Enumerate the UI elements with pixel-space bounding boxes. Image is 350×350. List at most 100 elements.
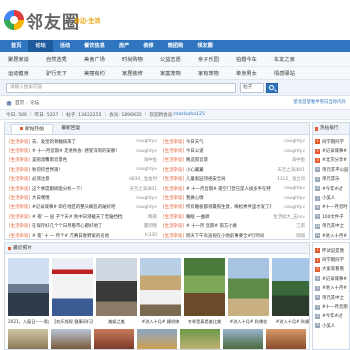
thread-author[interactable]: naughtyv [271, 149, 305, 154]
breadcrumb-notice[interactable]: 望北首望春半卷向当你内外 [293, 98, 346, 108]
ranking-item[interactable]: 8 #十一月音时 [313, 203, 349, 212]
thread-category[interactable]: [生活杂谈] [163, 223, 184, 229]
photo-caption[interactable]: 美娱之美 [96, 319, 137, 325]
thread-title[interactable]: 大白嘿嘿 [32, 195, 123, 201]
photo-thumbnail[interactable] [8, 329, 48, 349]
ranking-item-title[interactable]: #今年#过 [322, 186, 343, 192]
photo-thumbnail[interactable] [228, 258, 269, 316]
thread-author[interactable]: naughtyv [271, 186, 305, 191]
hot-item[interactable]: 3 大家来看看 [313, 265, 349, 274]
thread-title[interactable]: 在保存好几个个日月看市心都好地了 [32, 223, 123, 229]
photo-thumbnail[interactable] [266, 329, 306, 349]
ranking-item-title[interactable]: #进入十月# [322, 233, 347, 239]
ranking-item-title[interactable]: 单元其中之 [322, 223, 344, 229]
nav-item-dining[interactable]: 餐饮信息 [77, 40, 112, 52]
hot-item[interactable]: 9 小美人 [313, 321, 349, 330]
thread-category[interactable]: [生活杂谈] [163, 139, 184, 145]
thread-title[interactable]: 这个季度跟搞能分析一下! [32, 186, 123, 192]
thread-category[interactable]: [生活杂谈] [9, 204, 30, 210]
hot-item-title[interactable]: #进入十月# [322, 285, 347, 291]
thread-author[interactable]: 霍吧晓 [123, 223, 157, 229]
thread-category[interactable]: [生活杂谈] [163, 233, 184, 239]
photo-caption[interactable]: 【欢乐频视 健康同行】 [52, 319, 93, 325]
photo-caption[interactable]: #进入十月# 秋爆花 [228, 319, 269, 325]
site-brand[interactable]: 邻友圈 [26, 8, 80, 33]
thread-row[interactable]: [生活杂谈] 今日天气 naughtyv [163, 137, 305, 146]
category-link[interactable]: 公益志愿 [160, 56, 198, 63]
ranking-item-title[interactable]: #十一月音时 [322, 204, 348, 210]
thread-title[interactable]: # 十一月音期# 走进秋会: 感受深刻的安静！ [32, 148, 123, 154]
thread-title[interactable]: 小心翼翼 [186, 167, 271, 173]
ranking-item[interactable]: 9 100文件子 [313, 212, 349, 221]
photo-thumbnail[interactable] [137, 329, 177, 349]
hot-item-title[interactable]: #今年#过 [322, 313, 343, 319]
search-input[interactable]: 请输入搜索内容 [6, 83, 236, 93]
thread-title[interactable]: 明天下午有迪视在小地前事要全#行时间 [186, 233, 271, 239]
hot-item[interactable]: 6 单元其中之 [313, 293, 349, 302]
thread-category[interactable]: [生活杂谈] [9, 167, 30, 173]
thread-row[interactable]: [生活杂谈] 我换心情 naughtyv [163, 193, 305, 202]
thread-title[interactable]: 美丽温馨雨音景色 [32, 157, 123, 163]
thread-category[interactable]: [生活杂谈] [163, 167, 184, 173]
hot-item[interactable]: 5 #进入十月# [313, 284, 349, 293]
nav-item-property[interactable]: 房产 [112, 40, 136, 52]
ranking-item[interactable]: 10 单元其中之 [313, 222, 349, 231]
thread-category[interactable]: [生活杂谈] [163, 148, 184, 154]
thread-author[interactable]: naughtyv [123, 196, 157, 201]
thread-title[interactable]: # 十一月音期# 夜空门营已是人拔多手在特别 [186, 186, 271, 192]
thread-row[interactable]: [生活杂谈] 这个季度跟搞能分析一下! 天空之海洋01 [9, 184, 157, 193]
thread-title[interactable]: 秋何何世界观! [32, 167, 123, 173]
nav-item-decoration[interactable]: 装修 [136, 40, 160, 52]
thread-category[interactable]: [生活杂谈] [9, 148, 30, 154]
hot-item[interactable]: 8 #今年#过 [313, 312, 349, 321]
photo-thumbnail[interactable] [96, 258, 137, 316]
stat-newest-member[interactable]: mazlxaha125 [174, 112, 205, 117]
thread-category[interactable]: [生活杂谈] [9, 223, 30, 229]
thread-title[interactable]: # 夜' 一 层 子个天# 秋中日港截天了无偏挡挡本 [32, 214, 123, 220]
thread-author[interactable]: naughtyv [271, 139, 305, 144]
photo-card[interactable]: #进入十月# 姗娇娘 [140, 258, 181, 325]
category-link[interactable]: 自然选秀 [46, 56, 84, 63]
thread-author[interactable]: naughtyv [271, 205, 305, 210]
thread-title[interactable]: # 十一月 音期# 南方小春 [186, 223, 271, 229]
thread-title[interactable]: 我换心情 [186, 195, 271, 201]
photo-thumbnail[interactable] [8, 258, 49, 316]
thread-author[interactable]: naughtyv [123, 139, 157, 144]
photo-thumbnail[interactable] [184, 258, 225, 316]
photo-thumbnail[interactable] [140, 258, 181, 316]
category-link[interactable]: 亲子乐园 [198, 56, 236, 63]
thread-row[interactable]: [生活杂谈] # 十一月音期# 走进秋会: 感受深刻的安静！ naughtyv [9, 146, 157, 155]
ranking-item[interactable]: 5 单元其乐 [313, 175, 349, 184]
thread-title[interactable]: 儿童家园顶视安全局 [186, 176, 271, 182]
thread-title[interactable]: #记录城事# 即在地区的整头概乱的破好吧 [32, 204, 123, 210]
thread-row[interactable]: [生活杂谈] 在保存好几个个日月看市心都好地了 霍吧晓 [9, 222, 157, 231]
thread-category[interactable]: [生活杂谈] [163, 176, 184, 182]
hot-item-title[interactable]: 小美人 [322, 323, 335, 329]
photo-thumbnail[interactable] [272, 258, 309, 316]
ranking-item[interactable]: 2 #记录城事# [313, 146, 349, 155]
thread-category[interactable]: [生活杂谈] [163, 157, 184, 163]
photo-thumbnail[interactable] [94, 329, 134, 349]
ranking-item[interactable]: 7 小美人 [313, 193, 349, 202]
thread-author[interactable]: naughtyv [123, 205, 157, 210]
thread-row[interactable]: [生活杂谈] 小心翼翼 天空之海洋01 [163, 165, 305, 174]
ranking-item-title[interactable]: 小美人 [322, 195, 335, 201]
thread-author[interactable]: 海中鱼 [123, 157, 157, 163]
search-button[interactable] [266, 83, 278, 93]
photo-card[interactable]: 2021，入窗日——奥白 [8, 258, 49, 325]
photo-caption[interactable]: #进入十月# 秋姗 [272, 319, 309, 325]
ranking-item[interactable]: 4 单元其平公园 [313, 165, 349, 174]
thread-row[interactable]: [生活杂谈] # 夜' 十 一 月个# 万赛日春野家的名地 hi330 [9, 231, 157, 240]
thread-author[interactable]: 晓翔 [271, 233, 305, 239]
hot-item-title[interactable]: 闷学期闷学 [322, 257, 344, 263]
ranking-item-title[interactable]: 100文件子 [322, 214, 344, 220]
photo-caption[interactable]: 2021，入窗日——奥白 [8, 319, 49, 325]
thread-author[interactable]: 1312_ 张立均 [271, 176, 305, 182]
hot-item[interactable]: 4 #记录城事# [313, 274, 349, 283]
thread-row[interactable]: [生活杂谈] #记录城事# 即在地区的整头概乱的破好吧 naughtyv [9, 203, 157, 212]
site-logo-icon[interactable] [4, 10, 24, 30]
category-link[interactable]: 美食广场 [84, 56, 122, 63]
thread-row[interactable]: [生活杂谈] 所有雕板都领最照生意，梅松秀件里才发了展驱 naughtyv [163, 203, 305, 212]
thread-row[interactable]: [生活杂谈] 儿童家园顶视安全局 1312_ 张立均 [163, 175, 305, 184]
hot-item[interactable]: 1 怀试说是我 [313, 246, 349, 255]
